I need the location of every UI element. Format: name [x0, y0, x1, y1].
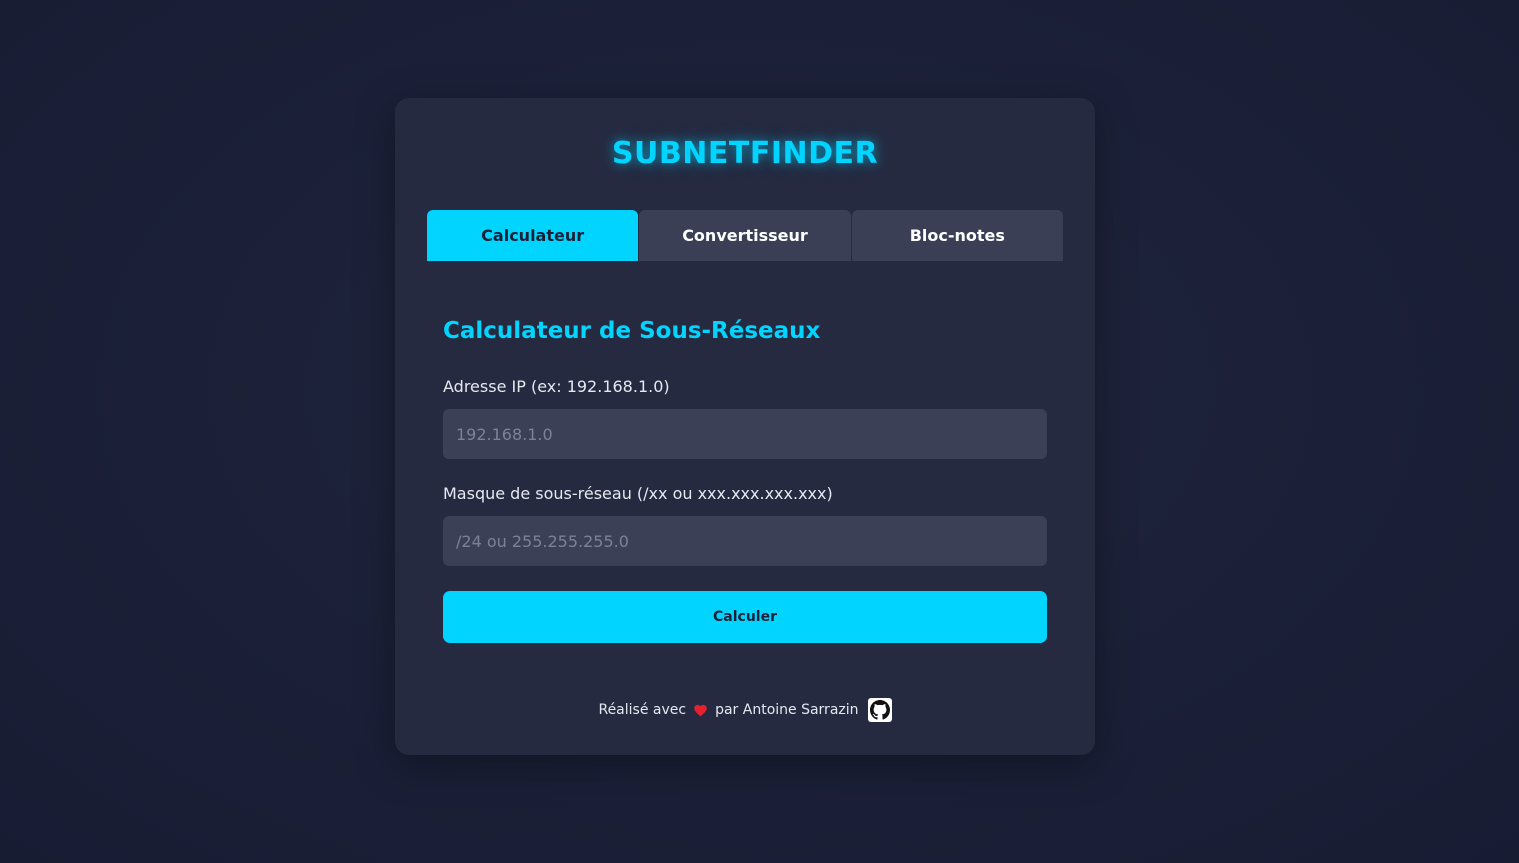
footer-text-before: Réalisé avec — [598, 702, 687, 718]
tab-convertisseur[interactable]: Convertisseur — [639, 210, 851, 261]
mask-label: Masque de sous-réseau (/xx ou xxx.xxx.xx… — [443, 484, 833, 503]
github-icon[interactable] — [867, 698, 892, 722]
ip-label: Adresse IP (ex: 192.168.1.0) — [443, 377, 670, 396]
heart-icon — [693, 703, 708, 718]
tab-calculateur[interactable]: Calculateur — [427, 210, 639, 261]
app-title: SUBNETFINDER — [611, 136, 879, 171]
calculate-button[interactable]: Calculer — [443, 591, 1047, 643]
footer: Réalisé avec par Antoine Sarrazin — [395, 698, 1095, 722]
main-card: SUBNETFINDER Calculateur Convertisseur B… — [395, 98, 1095, 755]
footer-text-after: par Antoine Sarrazin — [715, 702, 859, 718]
tab-bloc-notes[interactable]: Bloc-notes — [851, 210, 1063, 261]
section-title: Calculateur de Sous-Réseaux — [443, 318, 821, 344]
mask-input[interactable] — [443, 516, 1047, 566]
tab-bar: Calculateur Convertisseur Bloc-notes — [427, 210, 1063, 261]
ip-input[interactable] — [443, 409, 1047, 459]
